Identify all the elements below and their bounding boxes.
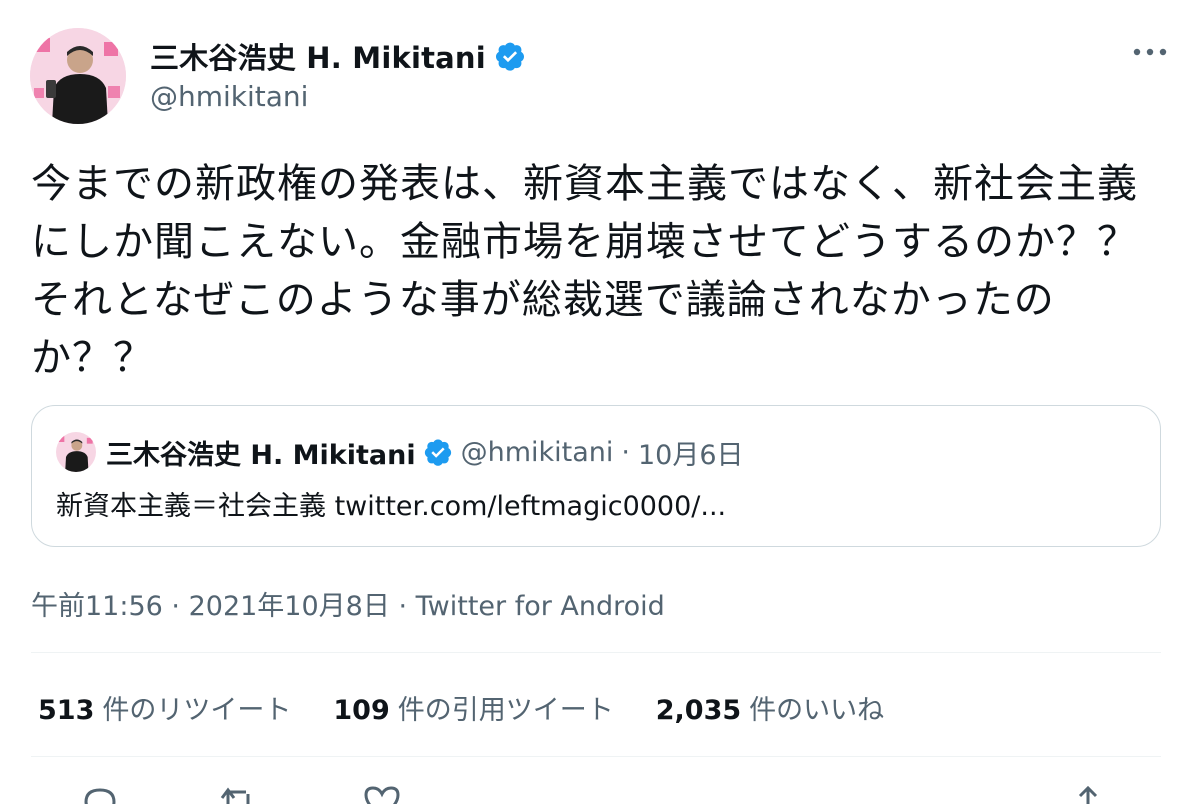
meta-separator: ·	[171, 591, 180, 622]
retweets-count: 513	[38, 695, 95, 726]
quotes-label: 件の引用ツイート	[397, 695, 614, 726]
divider	[31, 756, 1161, 757]
retweets-stat[interactable]: 513 件のリツイート	[38, 688, 291, 727]
quoted-author-handle: @hmikitani	[460, 436, 614, 468]
author-name-row[interactable]: 三木谷浩史 H. Mikitani	[150, 36, 526, 76]
quotes-stat[interactable]: 109 件の引用ツイート	[333, 688, 613, 727]
tweet-meta: 午前11:56 · 2021年10月8日 · Twitter for Andro…	[31, 584, 665, 623]
meta-separator: ·	[398, 591, 408, 622]
likes-count: 2,035	[655, 695, 742, 726]
quoted-tweet-header: 三木谷浩史 H. Mikitani @hmikitani · 10月6日	[106, 432, 744, 472]
quoted-author-avatar	[56, 432, 96, 472]
quotes-count: 109	[333, 695, 390, 726]
likes-stat[interactable]: 2,035 件のいいね	[656, 688, 884, 727]
quoted-date: 10月6日	[638, 439, 744, 471]
tweet-stats: 513 件のリツイート 109 件の引用ツイート 2,035 件のいいね	[38, 688, 884, 727]
quoted-tweet-text: 新資本主義＝社会主義 twitter.com/leftmagic0000/...	[56, 491, 727, 522]
tweet-text: 今までの新政権の発表は、新資本主義ではなく、新社会主義にしか聞こえない。金融市場…	[31, 161, 1138, 381]
tweet-time[interactable]: 午前11:56	[31, 591, 163, 622]
share-icon[interactable]	[1066, 780, 1110, 804]
tweet-source[interactable]: Twitter for Android	[416, 591, 665, 622]
tweet-detail: 三木谷浩史 H. Mikitani @hmikitani 今までの新政権の発表は…	[0, 0, 1196, 804]
more-icon[interactable]	[1128, 34, 1172, 70]
verified-badge-icon	[494, 40, 526, 72]
retweets-label: 件のリツイート	[102, 695, 292, 726]
tweet-date[interactable]: 2021年10月8日	[189, 591, 390, 622]
author-name[interactable]: 三木谷浩史 H. Mikitani	[150, 35, 486, 77]
verified-badge-icon	[423, 437, 453, 467]
author-handle[interactable]: @hmikitani	[150, 80, 308, 113]
reply-icon[interactable]	[78, 780, 122, 804]
quoted-separator: ·	[621, 436, 630, 468]
likes-label: 件のいいね	[749, 695, 885, 726]
author-avatar[interactable]	[30, 28, 126, 124]
quoted-author-name: 三木谷浩史 H. Mikitani	[106, 439, 416, 471]
quoted-tweet-card[interactable]: 三木谷浩史 H. Mikitani @hmikitani · 10月6日 新資本…	[31, 405, 1161, 547]
divider	[31, 652, 1161, 653]
retweet-icon[interactable]	[216, 780, 260, 804]
like-icon[interactable]	[360, 780, 404, 804]
